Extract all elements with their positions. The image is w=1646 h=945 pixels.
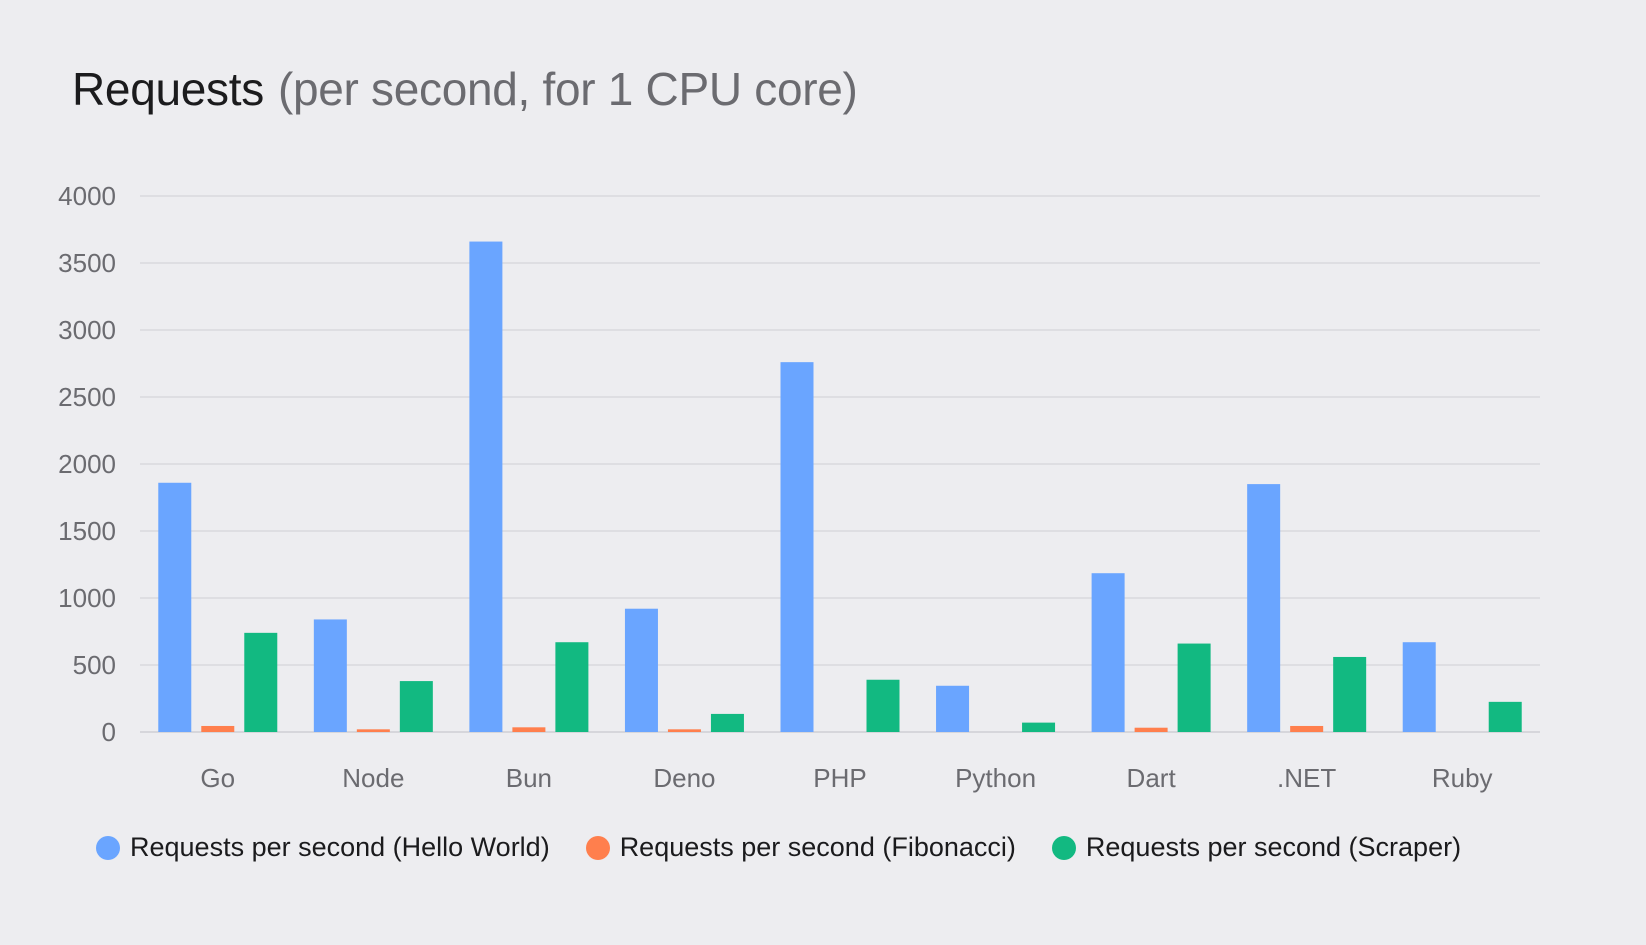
x-tick-label: Python [955,763,1036,793]
bar-ruby-series-1[interactable] [1402,642,1436,732]
legend-label: Requests per second (Hello World) [130,832,550,862]
y-tick-label: 500 [73,650,116,680]
bar-dart-series-2[interactable] [1134,727,1168,732]
x-tick-label: PHP [813,763,866,793]
bar-node-series-1[interactable] [313,619,347,732]
legend-swatch [96,835,120,860]
legend-label: Requests per second (Fibonacci) [619,832,1016,862]
y-tick-label: 0 [102,717,116,747]
legend-label: Requests per second (Scraper) [1085,832,1462,862]
bar-net-series-3[interactable] [1333,656,1367,732]
chart-legend: Requests per second (Hello World) Request… [96,832,1461,863]
bar-net-series-1[interactable] [1247,484,1281,732]
x-tick-label: Node [342,763,404,793]
bar-dart-series-1[interactable] [1091,573,1125,732]
y-tick-label: 2000 [58,449,116,479]
bar-ruby-series-3[interactable] [1488,701,1522,732]
bar-deno-series-2[interactable] [667,729,701,732]
bar-chart: 0 500 1000 1500 2000 2500 3000 3500 4000 Go Node B… [58,181,1540,793]
bars [158,241,1522,732]
legend-item-series-2[interactable]: Requests per second (Fibonacci) [585,832,1016,863]
x-tick-label: .NET [1277,763,1336,793]
grid-lines [140,195,1540,733]
bar-php-series-1[interactable] [780,362,814,732]
legend-item-series-1[interactable]: Requests per second (Hello World) [96,832,550,863]
bar-bun-series-1[interactable] [469,241,503,732]
bar-bun-series-2[interactable] [512,727,546,732]
bar-python-series-1[interactable] [936,685,970,732]
x-tick-label: Dart [1127,763,1177,793]
x-tick-label: Deno [653,763,715,793]
bar-node-series-2[interactable] [356,729,390,732]
y-tick-label: 2500 [58,382,116,412]
bar-node-series-3[interactable] [399,681,433,732]
x-tick-label: Ruby [1432,763,1493,793]
bar-php-series-3[interactable] [866,679,900,732]
y-axis-ticks: 0 500 1000 1500 2000 2500 3000 3500 4000 [58,181,116,747]
bar-deno-series-1[interactable] [624,608,658,732]
x-axis-ticks: Go Node Bun Deno PHP Python Dart .NET Ruby [200,763,1492,793]
x-tick-label: Bun [506,763,552,793]
bar-bun-series-3[interactable] [555,642,589,732]
bar-net-series-2[interactable] [1290,725,1324,732]
legend-swatch [585,835,610,860]
bar-dart-series-3[interactable] [1177,643,1211,732]
bar-go-series-1[interactable] [158,482,192,732]
bar-go-series-2[interactable] [201,725,235,732]
bar-go-series-3[interactable] [244,632,278,732]
legend-item-series-3[interactable]: Requests per second (Scraper) [1051,832,1462,863]
y-tick-label: 3000 [58,315,116,345]
y-tick-label: 4000 [58,181,116,211]
x-tick-label: Go [200,763,235,793]
y-tick-label: 1000 [58,583,116,613]
y-tick-label: 1500 [58,516,116,546]
bar-python-series-3[interactable] [1022,722,1056,732]
legend-swatch [1051,835,1076,860]
y-tick-label: 3500 [58,248,116,278]
chart-card: Requests (per second, for 1 CPU core) 0 50… [0,0,1646,945]
bar-deno-series-3[interactable] [710,713,744,732]
